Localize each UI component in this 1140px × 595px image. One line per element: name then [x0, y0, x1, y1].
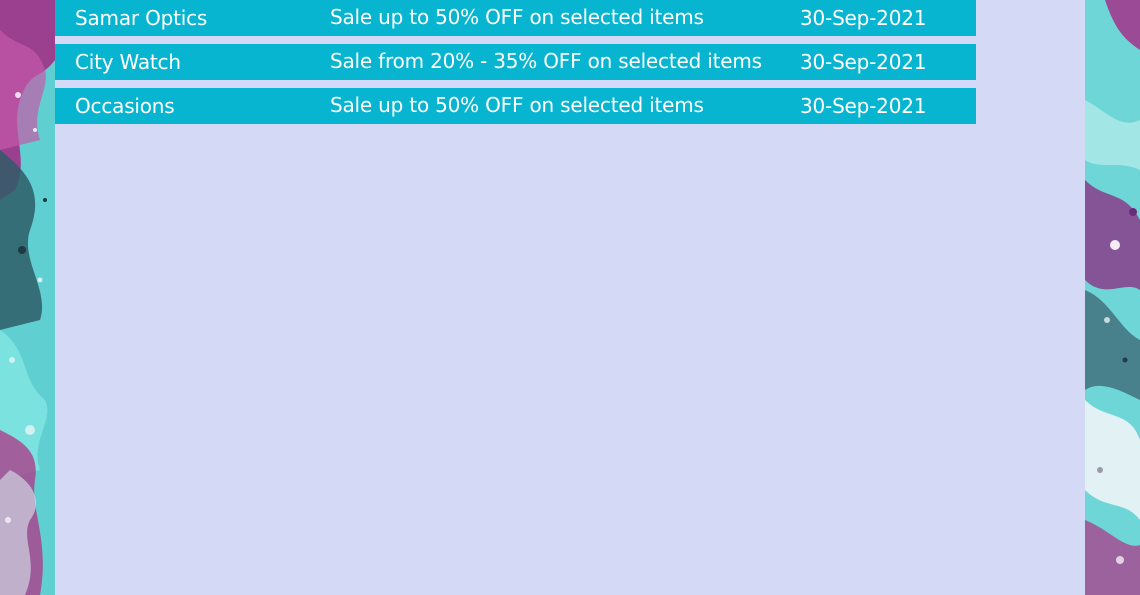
fluid-art-right-image	[1085, 0, 1140, 595]
offer-store-name: Occasions	[75, 94, 175, 118]
offer-store-name: City Watch	[75, 50, 181, 74]
page: Samar Optics Sale up to 50% OFF on selec…	[0, 0, 1140, 595]
offer-store-name: Samar Optics	[75, 6, 208, 30]
offer-expiry-date: 30-Sep-2021	[800, 94, 927, 118]
offer-description: Sale up to 50% OFF on selected items	[330, 4, 704, 29]
decorative-marble-border-left	[0, 0, 55, 595]
offer-row[interactable]: City Watch Sale from 20% - 35% OFF on se…	[55, 44, 976, 80]
offer-row[interactable]: Samar Optics Sale up to 50% OFF on selec…	[55, 0, 976, 36]
fluid-art-left-image	[0, 0, 55, 595]
offer-description: Sale from 20% - 35% OFF on selected item…	[330, 48, 762, 73]
offer-description: Sale up to 50% OFF on selected items	[330, 92, 704, 117]
decorative-marble-border-right	[1085, 0, 1140, 595]
offer-row[interactable]: Occasions Sale up to 50% OFF on selected…	[55, 88, 976, 124]
offers-list: Samar Optics Sale up to 50% OFF on selec…	[55, 0, 976, 132]
offer-expiry-date: 30-Sep-2021	[800, 50, 927, 74]
offer-expiry-date: 30-Sep-2021	[800, 6, 927, 30]
